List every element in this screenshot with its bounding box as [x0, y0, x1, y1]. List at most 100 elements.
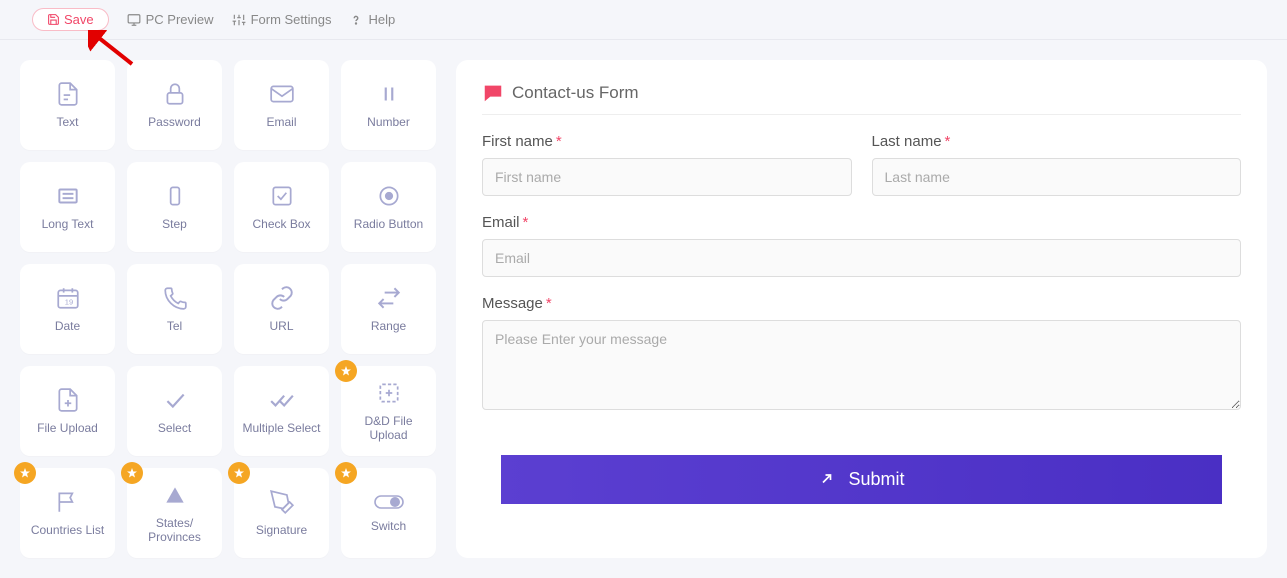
- arrow-annotation: [88, 30, 134, 66]
- lines-icon: [55, 183, 81, 209]
- palette-text[interactable]: Text: [20, 60, 115, 150]
- email-input[interactable]: [482, 239, 1241, 277]
- pause-icon: [376, 81, 402, 107]
- help-label: Help: [368, 12, 395, 27]
- palette-step[interactable]: Step: [127, 162, 222, 252]
- email-label: Email*: [482, 214, 1241, 231]
- palette-range[interactable]: Range: [341, 264, 436, 354]
- palette-number[interactable]: Number: [341, 60, 436, 150]
- radio-icon: [376, 183, 402, 209]
- pc-preview-button[interactable]: PC Preview: [127, 12, 214, 27]
- field-palette: Text Password Email Number Long Text Ste…: [20, 60, 436, 558]
- form-row-email: Email*: [482, 214, 1241, 277]
- premium-badge: [335, 462, 357, 484]
- triangle-icon: [162, 482, 188, 508]
- palette-label: Multiple Select: [238, 421, 324, 435]
- palette-label: Text: [52, 115, 82, 129]
- palette-label: Tel: [163, 319, 186, 333]
- submit-label: Submit: [848, 469, 904, 490]
- palette-label: Email: [262, 115, 300, 129]
- form-title: Contact-us Form: [512, 83, 639, 103]
- premium-badge: [14, 462, 36, 484]
- last-name-label: Last name*: [872, 133, 1242, 150]
- palette-password[interactable]: Password: [127, 60, 222, 150]
- palette-date[interactable]: 19 Date: [20, 264, 115, 354]
- palette-countries[interactable]: Countries List: [20, 468, 115, 558]
- form-row-message: Message*: [482, 295, 1241, 415]
- palette-dnd-file[interactable]: D&D File Upload: [341, 366, 436, 456]
- palette-radio[interactable]: Radio Button: [341, 162, 436, 252]
- palette-multi-select[interactable]: Multiple Select: [234, 366, 329, 456]
- save-icon: [47, 13, 60, 26]
- form-settings-label: Form Settings: [251, 12, 332, 27]
- palette-label: Radio Button: [350, 217, 427, 231]
- submit-arrow-icon: [818, 470, 838, 490]
- sliders-icon: [232, 13, 246, 27]
- message-label: Message*: [482, 295, 1241, 312]
- palette-label: Check Box: [248, 217, 314, 231]
- check-icon: [162, 387, 188, 413]
- dashed-plus-icon: [376, 380, 402, 406]
- double-check-icon: [269, 387, 295, 413]
- palette-select[interactable]: Select: [127, 366, 222, 456]
- palette-checkbox[interactable]: Check Box: [234, 162, 329, 252]
- palette-file-upload[interactable]: File Upload: [20, 366, 115, 456]
- palette-states[interactable]: States/ Provinces: [127, 468, 222, 558]
- lock-icon: [162, 81, 188, 107]
- mail-icon: [269, 81, 295, 107]
- premium-badge: [228, 462, 250, 484]
- pen-icon: [269, 489, 295, 515]
- form-settings-button[interactable]: Form Settings: [232, 12, 332, 27]
- palette-label: Password: [144, 115, 205, 129]
- palette-url[interactable]: URL: [234, 264, 329, 354]
- premium-badge: [335, 360, 357, 382]
- save-label: Save: [64, 12, 94, 27]
- chat-icon: [482, 82, 504, 104]
- last-name-input[interactable]: [872, 158, 1242, 196]
- monitor-icon: [127, 13, 141, 27]
- palette-label: Select: [154, 421, 195, 435]
- palette-email[interactable]: Email: [234, 60, 329, 150]
- file-plus-icon: [55, 387, 81, 413]
- palette-label: Long Text: [38, 217, 98, 231]
- file-icon: [55, 81, 81, 107]
- form-title-row: Contact-us Form: [482, 82, 1241, 115]
- palette-label: Switch: [367, 519, 410, 533]
- palette-label: Signature: [252, 523, 311, 537]
- palette-long-text[interactable]: Long Text: [20, 162, 115, 252]
- palette-label: Countries List: [27, 523, 108, 537]
- form-canvas: Contact-us Form First name* Last name* E…: [456, 60, 1267, 558]
- device-icon: [162, 183, 188, 209]
- palette-label: Step: [158, 217, 191, 231]
- flag-icon: [55, 489, 81, 515]
- palette-label: File Upload: [33, 421, 102, 435]
- submit-button[interactable]: Submit: [501, 455, 1222, 504]
- form-row-name: First name* Last name*: [482, 133, 1241, 196]
- palette-label: Range: [367, 319, 410, 333]
- first-name-field: First name*: [482, 133, 852, 196]
- link-icon: [269, 285, 295, 311]
- palette-label: D&D File Upload: [341, 414, 436, 443]
- palette-signature[interactable]: Signature: [234, 468, 329, 558]
- save-button[interactable]: Save: [32, 8, 109, 31]
- first-name-input[interactable]: [482, 158, 852, 196]
- pc-preview-label: PC Preview: [146, 12, 214, 27]
- help-icon: [349, 13, 363, 27]
- message-field: Message*: [482, 295, 1241, 415]
- palette-label: States/ Provinces: [127, 516, 222, 545]
- check-square-icon: [269, 183, 295, 209]
- premium-badge: [121, 462, 143, 484]
- last-name-field: Last name*: [872, 133, 1242, 196]
- palette-tel[interactable]: Tel: [127, 264, 222, 354]
- email-field: Email*: [482, 214, 1241, 277]
- main-area: Text Password Email Number Long Text Ste…: [0, 40, 1287, 578]
- palette-switch[interactable]: Switch: [341, 468, 436, 558]
- calendar-icon: 19: [55, 285, 81, 311]
- message-input[interactable]: [482, 320, 1241, 410]
- first-name-label: First name*: [482, 133, 852, 150]
- palette-label: Number: [363, 115, 414, 129]
- swap-icon: [376, 285, 402, 311]
- topbar: Save PC Preview Form Settings Help: [0, 0, 1287, 40]
- help-button[interactable]: Help: [349, 12, 395, 27]
- palette-label: URL: [265, 319, 297, 333]
